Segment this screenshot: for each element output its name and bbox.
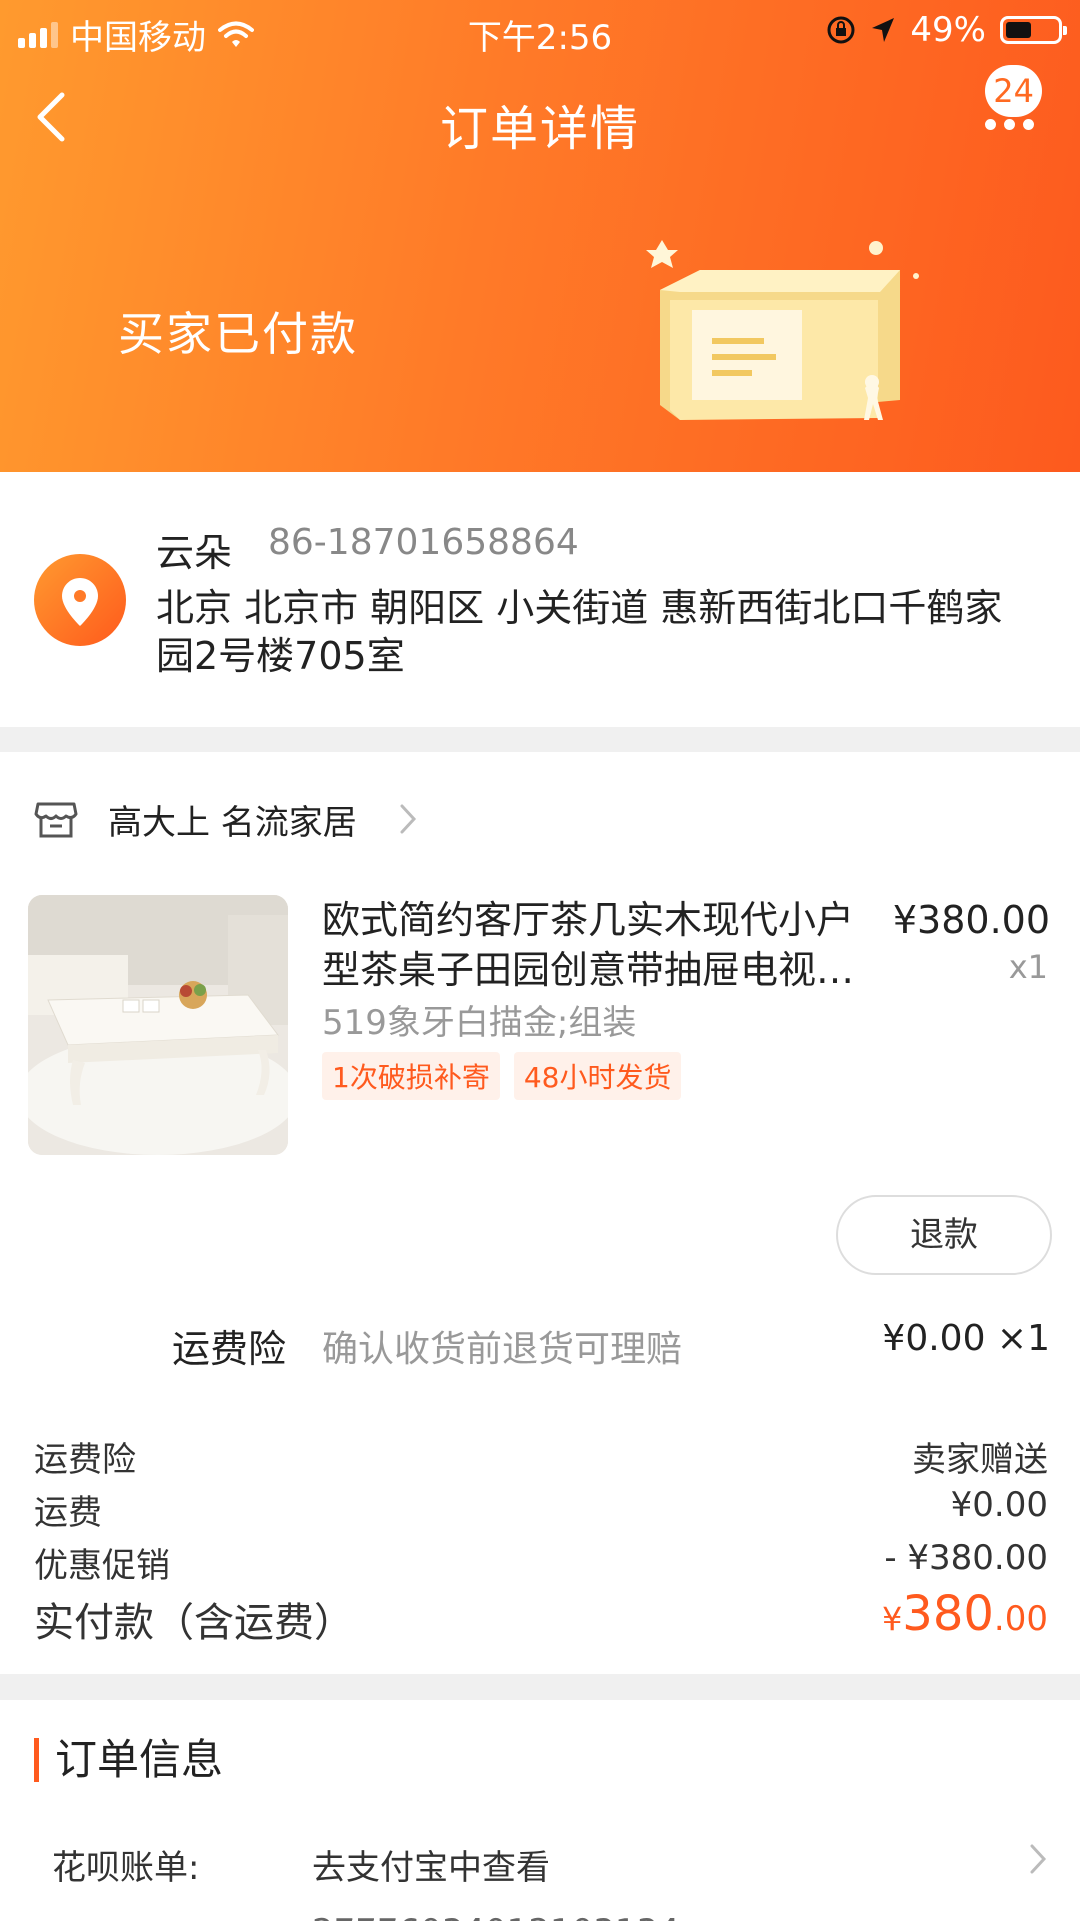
- order-number-row: 订单编号: 27776034012103134... 复制: [52, 1912, 1048, 1921]
- page-title: 订单详情: [439, 101, 640, 157]
- product-tags: 1次破损补寄 48小时发货: [322, 1052, 682, 1100]
- fee-label: 运费: [34, 1493, 102, 1533]
- service-tag: 1次破损补寄: [322, 1052, 500, 1100]
- total-paid-amount: ¥380.00: [881, 1586, 1048, 1642]
- store-icon: [34, 802, 78, 838]
- order-number-value: 27776034012103134...: [312, 1912, 712, 1921]
- package-box-illustration: [646, 240, 919, 420]
- rotation-lock-icon: [827, 16, 855, 44]
- status-right: 49%: [826, 10, 1067, 50]
- insurance-description: 确认收货前退货可理赔: [322, 1329, 683, 1370]
- product-sku: 519象牙白描金;组装: [322, 1003, 637, 1043]
- nav-bar: 订单详情 24: [0, 65, 1080, 165]
- chevron-right-icon: [400, 804, 417, 834]
- fee-label: 运费险: [34, 1440, 136, 1480]
- huabei-label: 花呗账单:: [52, 1848, 200, 1888]
- location-arrow-icon: [872, 18, 895, 42]
- shop-name[interactable]: 高大上 名流家居: [108, 795, 357, 844]
- fee-value: ¥0.00: [950, 1485, 1048, 1525]
- order-status-header: 中国移动 下午2:56 49% 订单详情 24 买家已付款: [0, 0, 1080, 472]
- shop-row[interactable]: [34, 790, 78, 850]
- fee-label: 优惠促销: [34, 1546, 170, 1586]
- insurance-label: 运费险: [172, 1327, 287, 1371]
- battery-icon: [1000, 16, 1067, 44]
- product-quantity: x1: [1008, 948, 1048, 986]
- more-dots-icon: [985, 119, 1034, 130]
- recipient-name: 云朵: [156, 531, 233, 575]
- more-button[interactable]: 24: [966, 65, 1046, 165]
- message-count-badge: 24: [985, 65, 1042, 117]
- insurance-price: ¥0.00 ×1: [882, 1318, 1050, 1359]
- huabei-bill-row[interactable]: 花呗账单: 去支付宝中查看: [52, 1840, 1048, 1900]
- copy-button[interactable]: 复制: [980, 1912, 1048, 1921]
- status-bar: 中国移动 下午2:56 49%: [0, 0, 1080, 60]
- huabei-value: 去支付宝中查看: [312, 1848, 550, 1888]
- shipping-address-card[interactable]: 云朵 86-18701658864 北京 北京市 朝阳区 小关街道 惠新西街北口…: [0, 472, 1080, 727]
- refund-button[interactable]: 退款: [836, 1195, 1052, 1275]
- order-status-text: 买家已付款: [118, 307, 358, 361]
- fee-value: - ¥380.00: [884, 1538, 1048, 1578]
- recipient-address: 北京 北京市 朝阳区 小关街道 惠新西街北口千鹤家园2号楼705室: [156, 586, 1003, 678]
- product-image[interactable]: [28, 895, 288, 1155]
- product-title[interactable]: 欧式简约客厅茶几实木现代小户型茶桌子田园创意带抽屉电视…: [322, 895, 862, 995]
- total-paid-label: 实付款（含运费）: [34, 1600, 354, 1646]
- battery-percent: 49%: [910, 10, 986, 50]
- order-info-title: 订单信息: [34, 1738, 223, 1782]
- order-number-label: 订单编号:: [52, 1912, 199, 1921]
- fee-value: 卖家赠送: [912, 1440, 1048, 1480]
- order-items-card: 高大上 名流家居 欧式简约客厅茶几实木现代小户型茶桌子田园创意带抽屉电视… 51…: [0, 752, 1080, 1674]
- order-info-card: 订单信息 花呗账单: 去支付宝中查看 订单编号: 277760340121031…: [0, 1700, 1080, 1921]
- chevron-right-icon: [1030, 1844, 1047, 1874]
- location-pin-icon: [34, 554, 126, 646]
- recipient-phone: 86-18701658864: [268, 522, 579, 563]
- product-price: ¥380.00: [892, 898, 1050, 942]
- service-tag: 48小时发货: [513, 1052, 682, 1100]
